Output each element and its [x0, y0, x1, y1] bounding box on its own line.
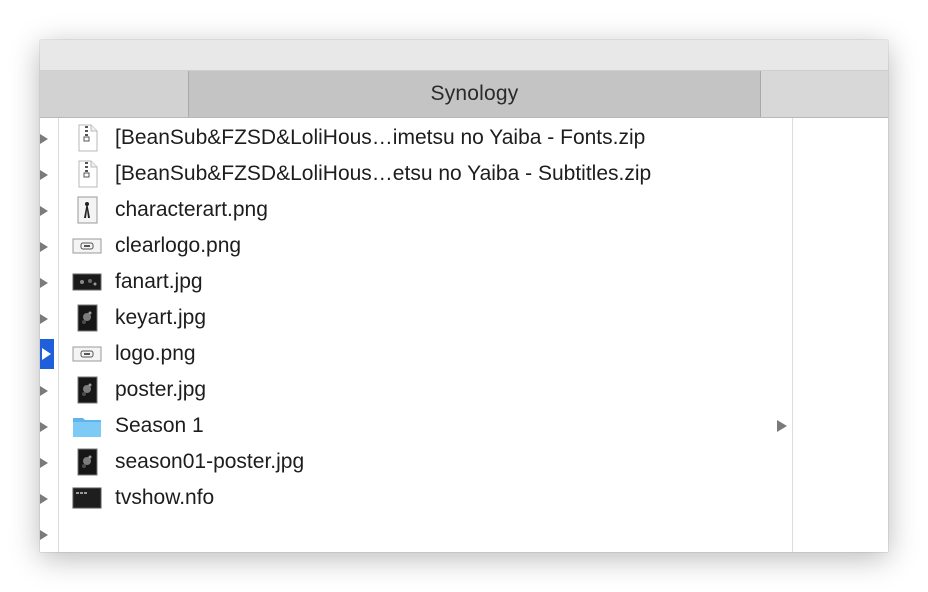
expand-arrow-icon[interactable]: [40, 314, 48, 324]
file-name: keyart.jpg: [115, 306, 207, 329]
file-row[interactable]: logo.png: [59, 336, 792, 372]
window-titlebar[interactable]: [40, 40, 888, 71]
expand-arrow-icon[interactable]: [40, 458, 48, 468]
file-name: [BeanSub&FZSD&LoliHous…imetsu no Yaiba -…: [115, 126, 646, 149]
keyart-thumbnail-icon: [77, 304, 98, 332]
expand-arrow-icon[interactable]: [40, 134, 48, 144]
logo-thumbnail-icon: [72, 346, 102, 362]
file-row[interactable]: characterart.png: [59, 192, 792, 228]
logo-thumbnail-icon: [72, 238, 102, 254]
expand-arrow-icon[interactable]: [40, 530, 48, 540]
expand-arrow-icon[interactable]: [40, 278, 48, 288]
expand-arrow-icon[interactable]: [40, 494, 48, 504]
file-name: poster.jpg: [115, 378, 207, 401]
tab-title: Synology: [430, 82, 519, 105]
expand-arrow-icon[interactable]: [40, 242, 48, 252]
file-name: clearlogo.png: [115, 234, 242, 257]
expand-arrow-icon[interactable]: [40, 422, 48, 432]
column-view: [BeanSub&FZSD&LoliHous…imetsu no Yaiba -…: [40, 118, 888, 552]
disclosure-arrow-icon[interactable]: [777, 420, 787, 432]
fanart-thumbnail-icon: [72, 273, 102, 291]
file-name: characterart.png: [115, 198, 268, 221]
expand-arrow-icon[interactable]: [40, 206, 48, 216]
file-row[interactable]: [BeanSub&FZSD&LoliHous…imetsu no Yaiba -…: [59, 120, 792, 156]
tab-right[interactable]: [761, 71, 888, 117]
expand-arrow-icon[interactable]: [40, 386, 48, 396]
tab-synology[interactable]: Synology: [188, 71, 761, 117]
zip-file-icon: [78, 124, 98, 152]
finder-window: Synology [BeanSub&FZSD&LoliHous…imetsu n…: [40, 40, 888, 552]
folder-icon: [73, 418, 101, 437]
expand-arrow-icon[interactable]: [40, 170, 48, 180]
previous-column[interactable]: [40, 118, 59, 552]
file-list-column: [BeanSub&FZSD&LoliHous…imetsu no Yaiba -…: [59, 118, 793, 552]
file-row[interactable]: [BeanSub&FZSD&LoliHous…etsu no Yaiba - S…: [59, 156, 792, 192]
folder-row[interactable]: Season 1: [59, 408, 792, 444]
file-name: season01-poster.jpg: [115, 450, 305, 473]
file-row[interactable]: poster.jpg: [59, 372, 792, 408]
expand-arrow-icon: [42, 348, 51, 360]
file-row[interactable]: fanart.jpg: [59, 264, 792, 300]
file-name: tvshow.nfo: [115, 486, 215, 509]
file-name: fanart.jpg: [115, 270, 203, 293]
character-art-thumbnail-icon: [77, 196, 98, 224]
nfo-document-icon: [72, 487, 102, 509]
folder-name: Season 1: [115, 414, 204, 437]
next-column[interactable]: [793, 118, 888, 552]
file-row[interactable]: season01-poster.jpg: [59, 444, 792, 480]
season-poster-thumbnail-icon: [77, 448, 98, 476]
file-row[interactable]: tvshow.nfo: [59, 480, 792, 516]
selected-folder-marker[interactable]: [40, 339, 54, 369]
tab-bar: Synology: [40, 71, 888, 118]
tab-left[interactable]: [40, 71, 188, 117]
zip-file-icon: [78, 160, 98, 188]
poster-thumbnail-icon: [77, 376, 98, 404]
file-name: logo.png: [115, 342, 196, 365]
file-name: [BeanSub&FZSD&LoliHous…etsu no Yaiba - S…: [115, 162, 652, 185]
file-row[interactable]: keyart.jpg: [59, 300, 792, 336]
file-row[interactable]: clearlogo.png: [59, 228, 792, 264]
